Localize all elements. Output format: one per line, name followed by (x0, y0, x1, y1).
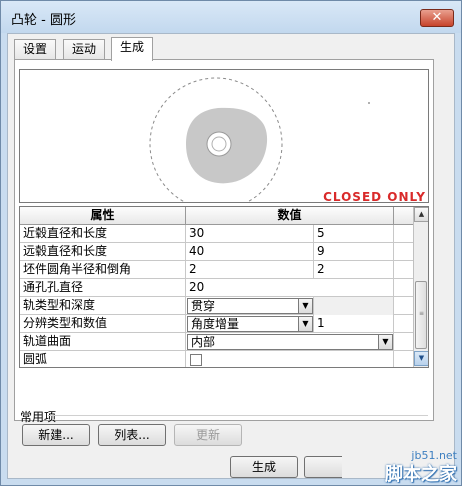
chevron-down-icon[interactable]: ▼ (378, 335, 392, 349)
partial-button[interactable] (304, 456, 342, 478)
grid-header: 属性 数值 (20, 207, 414, 225)
scroll-up-button[interactable]: ▲ (414, 207, 428, 222)
value-cell: 角度增量 ▼ (186, 315, 314, 333)
chevron-down-icon[interactable]: ▼ (298, 299, 312, 313)
value-input[interactable]: 9 (314, 243, 394, 261)
watermark-brand: 脚本之家 (385, 464, 457, 485)
closed-only-label: CLOSED ONLY (323, 190, 426, 203)
dialog-client-area: 设置 运动 生成 CLOSED ONLY 属性 数值 近毂直径和长度 30 5 … (7, 33, 455, 479)
scroll-down-button[interactable]: ▼ (414, 351, 428, 366)
table-row: 分辨类型和数值 角度增量 ▼ 1 (20, 315, 414, 333)
table-row: 轨道曲面 内部 ▼ (20, 333, 414, 351)
value-cell: 贯穿 ▼ (186, 297, 314, 315)
value-input[interactable]: 1 (314, 315, 394, 333)
value-input[interactable]: 5 (314, 225, 394, 243)
title-bar[interactable]: 凸轮 - 圆形 ✕ (1, 1, 461, 33)
row-label: 通孔孔直径 (20, 279, 186, 297)
tab-generate-label: 生成 (120, 40, 145, 54)
row-label: 圆弧 (20, 351, 186, 367)
table-row: 通孔孔直径 20 (20, 279, 414, 297)
cam-preview: CLOSED ONLY (19, 69, 429, 203)
close-icon: ✕ (431, 10, 443, 25)
grid-scrollbar[interactable]: ▲ ≡ ▼ (413, 207, 428, 367)
value-cell (186, 351, 394, 367)
header-value[interactable]: 数值 (186, 207, 394, 225)
cam-profile-drawing (149, 77, 370, 202)
grip-icon: ≡ (419, 310, 425, 317)
row-label: 远毂直径和长度 (20, 243, 186, 261)
value-input-disabled (314, 297, 394, 315)
tab-motion-label: 运动 (72, 42, 97, 56)
header-property[interactable]: 属性 (20, 207, 186, 225)
row-label: 近毂直径和长度 (20, 225, 186, 243)
track-type-dropdown[interactable]: 贯穿 ▼ (187, 298, 313, 314)
property-grid: 属性 数值 近毂直径和长度 30 5 远毂直径和长度 40 9 坯件圆角半径和倒… (19, 206, 429, 368)
row-label: 坯件圆角半径和倒角 (20, 261, 186, 279)
update-button: 更新 (174, 424, 242, 446)
track-surface-dropdown[interactable]: 内部 ▼ (187, 334, 393, 350)
tab-motion[interactable]: 运动 (63, 39, 106, 59)
value-input[interactable]: 2 (314, 261, 394, 279)
scroll-thumb[interactable]: ≡ (415, 281, 427, 349)
table-row: 远毂直径和长度 40 9 (20, 243, 414, 261)
close-button[interactable]: ✕ (420, 9, 454, 27)
track-type-value: 贯穿 (191, 299, 216, 313)
resolution-type-dropdown[interactable]: 角度增量 ▼ (187, 316, 313, 332)
row-label: 轨道曲面 (20, 333, 186, 351)
table-row: 圆弧 (20, 351, 414, 367)
chevron-down-icon: ▼ (418, 354, 425, 362)
table-row: 近毂直径和长度 30 5 (20, 225, 414, 243)
common-items-label: 常用项 (20, 410, 57, 424)
value-input[interactable]: 40 (186, 243, 314, 261)
table-row: 轨类型和深度 贯穿 ▼ (20, 297, 414, 315)
value-cell: 内部 ▼ (186, 333, 394, 351)
row-label: 轨类型和深度 (20, 297, 186, 315)
cam-bore-inner (211, 136, 227, 152)
value-input[interactable]: 2 (186, 261, 314, 279)
generate-tab-panel: CLOSED ONLY 属性 数值 近毂直径和长度 30 5 远毂直径和长度 4… (14, 59, 434, 421)
dialog-window: 凸轮 - 圆形 ✕ 设置 运动 生成 CLOSED ONLY 属性 数值 近毂直… (0, 0, 462, 486)
value-input[interactable]: 30 (186, 225, 314, 243)
generate-button[interactable]: 生成 (230, 456, 298, 478)
chevron-down-icon[interactable]: ▼ (298, 317, 312, 331)
arc-checkbox[interactable] (190, 354, 202, 366)
value-input[interactable]: 20 (186, 279, 394, 297)
preview-dot (368, 102, 370, 104)
resolution-type-value: 角度增量 (191, 317, 240, 331)
group-divider (48, 415, 428, 416)
list-button[interactable]: 列表... (98, 424, 166, 446)
tab-generate[interactable]: 生成 (111, 37, 154, 61)
chevron-up-icon: ▲ (418, 210, 425, 218)
tab-settings-label: 设置 (23, 42, 48, 56)
table-row: 坯件圆角半径和倒角 2 2 (20, 261, 414, 279)
tab-settings[interactable]: 设置 (14, 39, 57, 59)
window-title: 凸轮 - 圆形 (11, 13, 76, 28)
track-surface-value: 内部 (191, 335, 216, 349)
row-label: 分辨类型和数值 (20, 315, 186, 333)
new-button[interactable]: 新建... (22, 424, 90, 446)
